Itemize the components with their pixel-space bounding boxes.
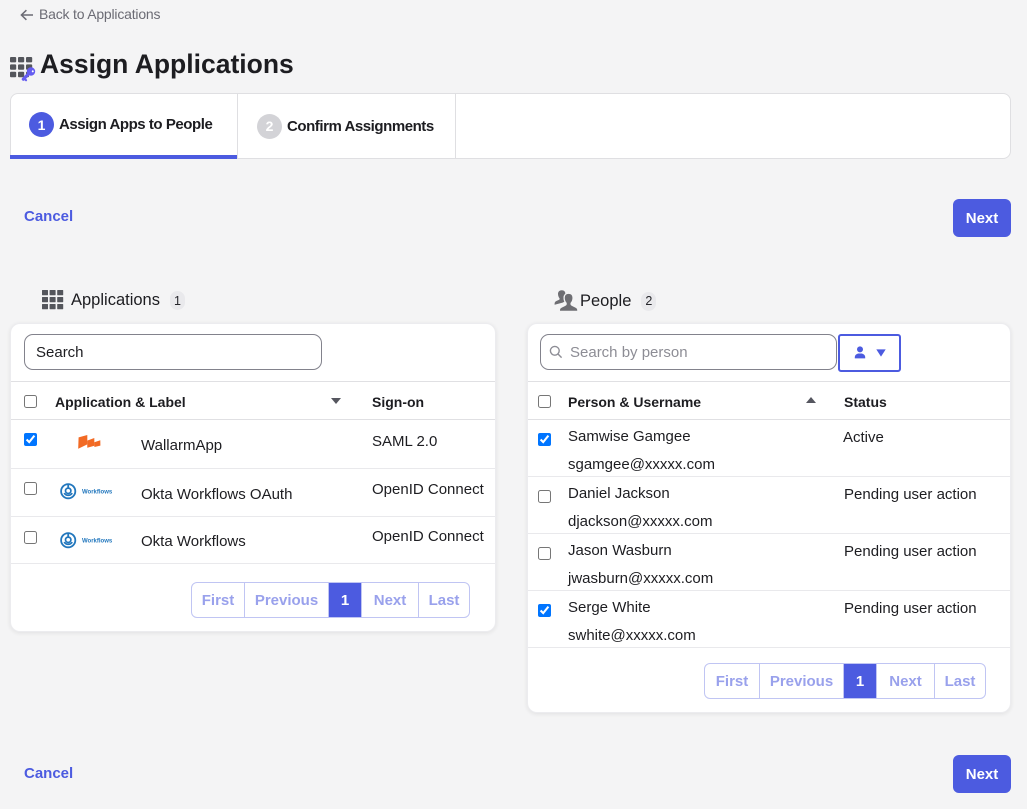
svg-text:Workflows: Workflows: [82, 490, 113, 496]
svg-text:Workflows: Workflows: [82, 539, 113, 545]
